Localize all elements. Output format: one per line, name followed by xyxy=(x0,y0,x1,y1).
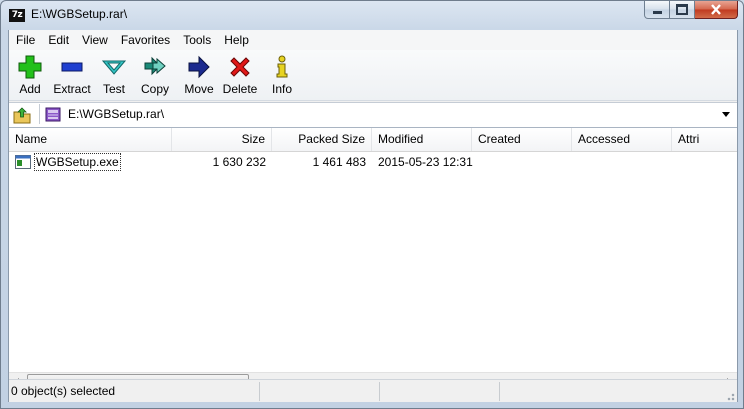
info-button[interactable]: Info xyxy=(267,53,297,96)
title-bar[interactable]: 7z E:\WGBSetup.rar\ xyxy=(1,1,743,29)
info-icon xyxy=(276,55,288,78)
main-window: 7z E:\WGBSetup.rar\ File Edit View Favor… xyxy=(0,0,744,409)
maximize-icon xyxy=(676,4,688,15)
row-packed-size: 1 461 483 xyxy=(312,155,366,169)
chevron-down-icon[interactable] xyxy=(722,112,730,117)
column-attributes[interactable]: Attri xyxy=(672,128,737,151)
menu-file[interactable]: File xyxy=(9,30,41,50)
arrow-right-icon xyxy=(188,55,210,79)
resize-grip[interactable] xyxy=(725,391,735,401)
column-packed-size[interactable]: Packed Size xyxy=(272,128,372,151)
status-selection: 0 object(s) selected xyxy=(11,382,260,401)
row-name-cell: WGBSetup.exe xyxy=(34,152,121,172)
close-icon xyxy=(711,4,721,15)
column-created[interactable]: Created xyxy=(472,128,572,151)
move-label: Move xyxy=(184,82,214,96)
test-label: Test xyxy=(102,82,125,96)
client-area: File Edit View Favorites Tools Help Add … xyxy=(8,30,738,408)
double-arrow-right-icon xyxy=(144,56,166,76)
list-header: Name Size Packed Size Modified Created A… xyxy=(9,128,737,152)
file-list: Name Size Packed Size Modified Created A… xyxy=(9,127,737,392)
archive-icon xyxy=(45,107,61,122)
menu-help[interactable]: Help xyxy=(217,30,255,50)
column-accessed[interactable]: Accessed xyxy=(572,128,672,151)
status-pane-2 xyxy=(261,382,380,401)
column-size[interactable]: Size xyxy=(172,128,272,151)
minimize-icon xyxy=(652,11,662,14)
exe-file-icon xyxy=(15,155,31,169)
chevron-down-icon xyxy=(102,60,126,75)
maximize-button[interactable] xyxy=(670,1,695,19)
column-name[interactable]: Name xyxy=(9,128,172,151)
x-icon xyxy=(230,57,250,77)
address-bar: E:\WGBSetup.rar\ xyxy=(9,102,737,128)
menu-favorites[interactable]: Favorites xyxy=(114,30,176,50)
copy-label: Copy xyxy=(140,82,169,96)
up-folder-button[interactable] xyxy=(13,106,31,124)
minus-icon xyxy=(61,62,83,72)
close-button[interactable] xyxy=(695,1,738,19)
row-size: 1 630 232 xyxy=(212,155,266,169)
window-title: E:\WGBSetup.rar\ xyxy=(31,7,128,21)
menu-bar: File Edit View Favorites Tools Help xyxy=(9,30,737,50)
menu-tools[interactable]: Tools xyxy=(176,30,217,50)
info-label: Info xyxy=(271,82,292,96)
plus-icon xyxy=(18,55,42,79)
table-row[interactable]: WGBSetup.exe 1 630 232 1 461 483 2015-05… xyxy=(9,152,737,172)
7zip-app-icon: 7z xyxy=(9,9,25,22)
window-frame-bottom xyxy=(1,402,743,408)
status-pane-3 xyxy=(381,382,500,401)
folder-up-icon xyxy=(13,107,31,124)
column-modified[interactable]: Modified xyxy=(372,128,472,151)
address-path-field[interactable]: E:\WGBSetup.rar\ xyxy=(39,104,733,124)
add-button[interactable]: Add xyxy=(13,53,47,96)
address-path-text: E:\WGBSetup.rar\ xyxy=(68,107,165,121)
caption-buttons xyxy=(644,1,738,20)
row-name: WGBSetup.exe xyxy=(34,153,121,171)
test-button[interactable]: Test xyxy=(97,53,131,96)
minimize-button[interactable] xyxy=(644,1,670,19)
row-modified: 2015-05-23 12:31 xyxy=(378,155,473,169)
copy-button[interactable]: Copy xyxy=(137,53,173,96)
extract-label: Extract xyxy=(53,82,91,96)
extract-button[interactable]: Extract xyxy=(51,53,93,96)
add-label: Add xyxy=(19,82,41,96)
delete-button[interactable]: Delete xyxy=(221,53,259,96)
toolbar: Add Extract Test Copy Move Delete Info xyxy=(9,50,737,101)
menu-edit[interactable]: Edit xyxy=(41,30,75,50)
status-bar: 0 object(s) selected xyxy=(9,379,737,403)
move-button[interactable]: Move xyxy=(181,53,217,96)
menu-view[interactable]: View xyxy=(75,30,114,50)
delete-label: Delete xyxy=(222,82,258,96)
